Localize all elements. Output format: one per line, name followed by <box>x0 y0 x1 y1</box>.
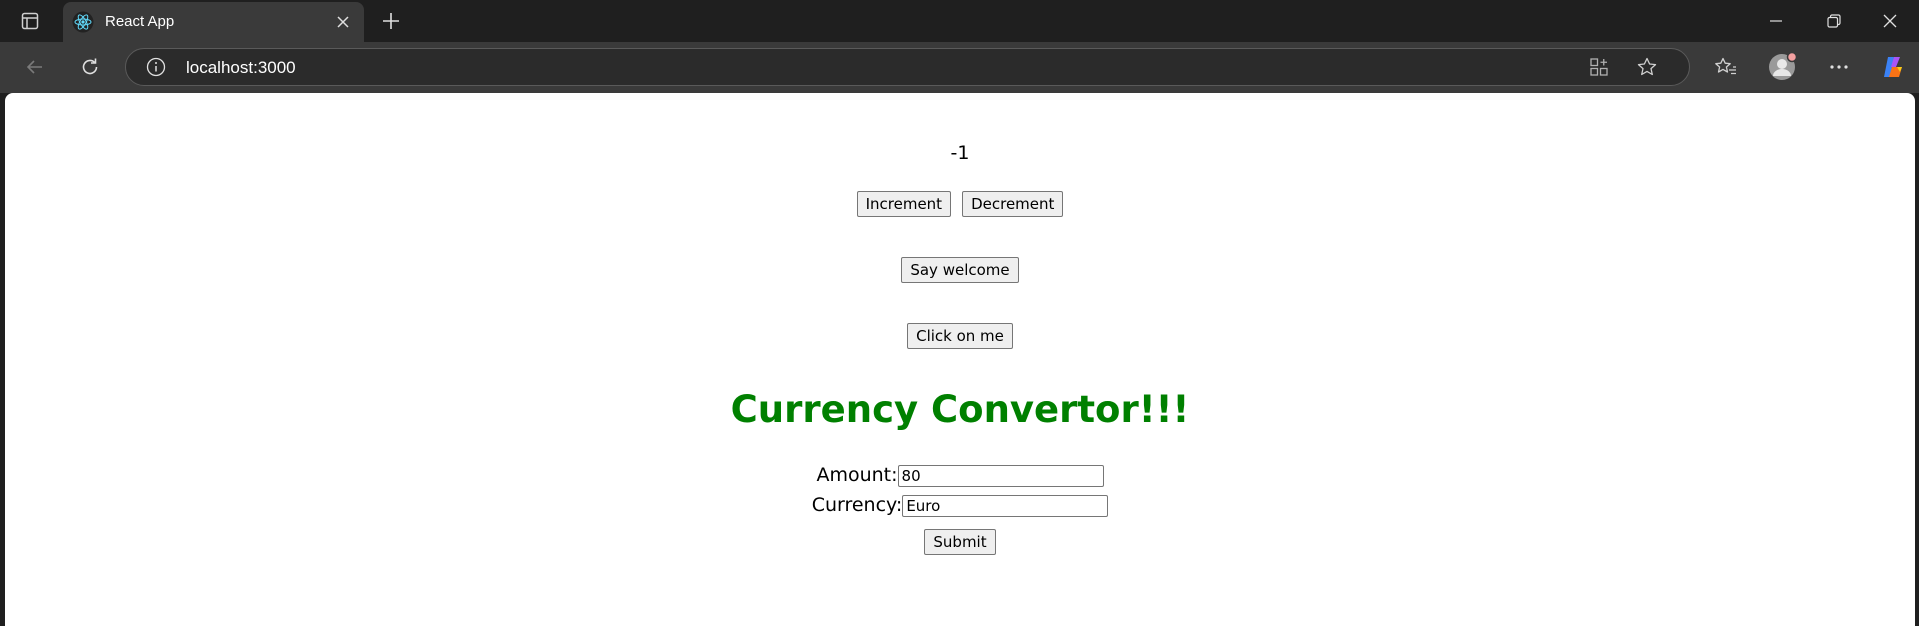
restore-icon[interactable] <box>1805 0 1863 42</box>
info-icon[interactable] <box>146 57 166 77</box>
say-welcome-button[interactable]: Say welcome <box>901 257 1019 283</box>
submit-button[interactable]: Submit <box>924 529 996 555</box>
currency-row: Currency: <box>5 494 1915 517</box>
amount-input[interactable] <box>897 464 1104 487</box>
minimize-icon[interactable] <box>1747 0 1805 42</box>
app-available-icon[interactable] <box>1588 56 1610 78</box>
browser-toolbar: localhost:3000 <box>0 42 1919 93</box>
page-heading: Currency Convertor!!! <box>730 388 1190 431</box>
close-icon[interactable] <box>332 11 354 33</box>
count-value: -1 <box>950 142 970 164</box>
tab-actions-icon[interactable] <box>16 9 44 33</box>
url-text[interactable]: localhost:3000 <box>186 58 296 78</box>
currency-label: Currency: <box>811 494 903 516</box>
counter-buttons: Increment Decrement <box>5 191 1915 217</box>
reload-icon[interactable] <box>73 50 107 84</box>
currency-input[interactable] <box>902 494 1109 517</box>
address-bar[interactable]: localhost:3000 <box>125 48 1690 86</box>
submit-row: Submit <box>5 529 1915 555</box>
click-row: Click on me <box>5 323 1915 349</box>
amount-row: Amount: <box>5 464 1915 487</box>
click-on-me-button[interactable]: Click on me <box>907 323 1013 349</box>
tab-react-app[interactable]: React App <box>63 2 364 42</box>
copilot-icon[interactable] <box>1876 50 1910 84</box>
favorites-icon[interactable] <box>1709 50 1743 84</box>
amount-label: Amount: <box>816 464 898 486</box>
welcome-row: Say welcome <box>5 257 1915 283</box>
back-arrow-icon[interactable] <box>18 50 52 84</box>
tab-strip: React App <box>0 0 1919 42</box>
react-logo-icon <box>72 11 94 33</box>
page-content: -1 Increment Decrement Say welcome Click … <box>5 93 1915 626</box>
decrement-button[interactable]: Decrement <box>962 191 1064 217</box>
star-icon[interactable] <box>1636 56 1658 78</box>
tab-title: React App <box>105 13 175 30</box>
browser-window: React App localhost:3000 -1 Increment De… <box>0 0 1919 626</box>
increment-button[interactable]: Increment <box>856 191 952 217</box>
close-icon[interactable] <box>1861 0 1919 42</box>
plus-icon[interactable] <box>376 8 406 34</box>
more-icon[interactable] <box>1822 50 1856 84</box>
profile-icon[interactable] <box>1765 50 1799 84</box>
